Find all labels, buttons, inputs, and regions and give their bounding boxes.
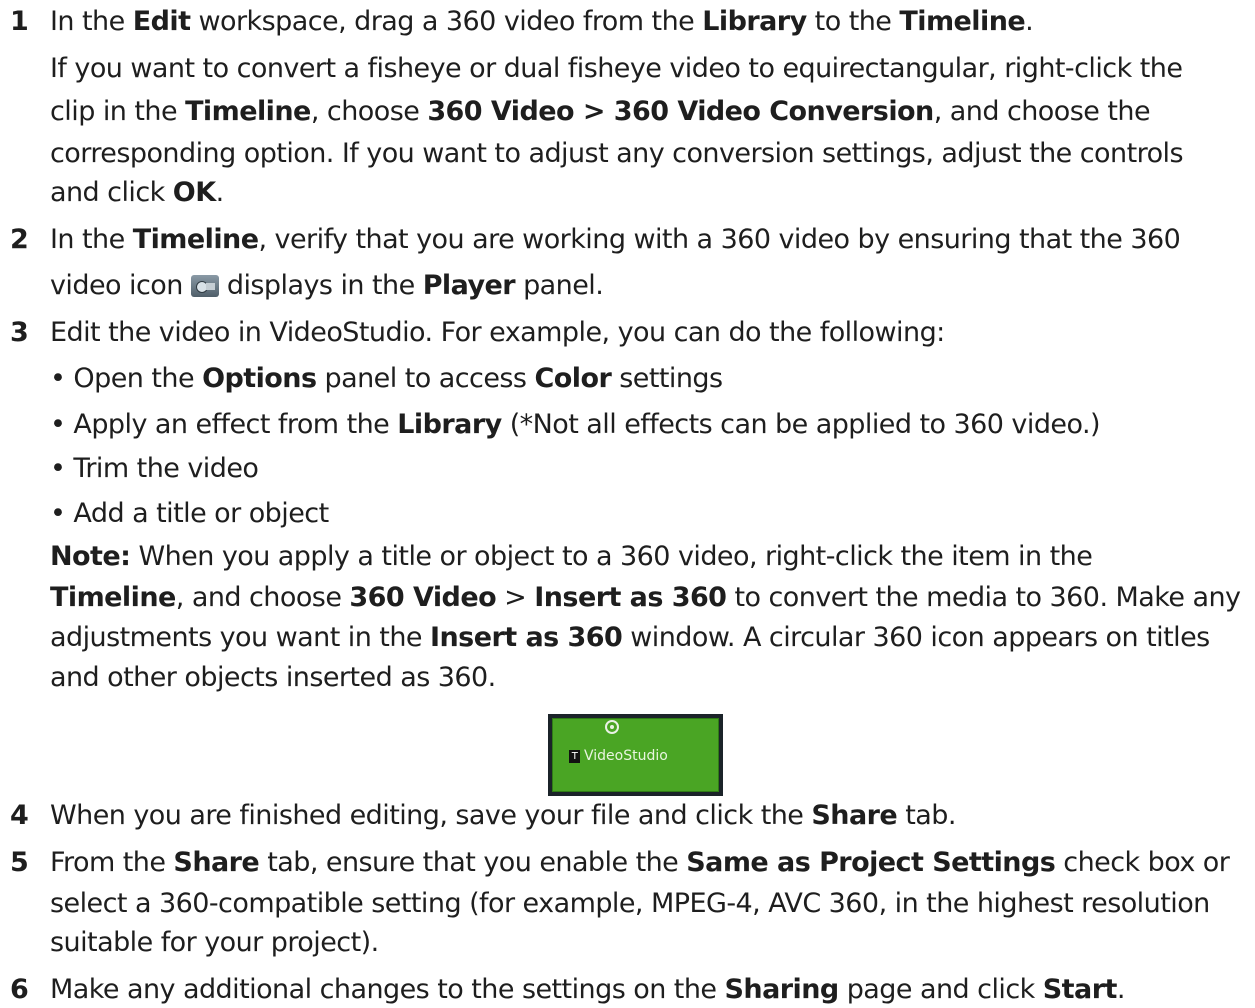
step-1-line-2: If you want to convert a fisheye or dual… — [50, 53, 1183, 84]
step-2-line-2: video icon displays in the Player panel. — [50, 270, 604, 301]
step-3-line-1: Edit the video in VideoStudio. For examp… — [50, 317, 945, 348]
step-number: 4 — [10, 800, 29, 831]
document-page: 1 In the Edit workspace, drag a 360 vide… — [0, 0, 1255, 1006]
step-2-line-1: In the Timeline, verify that you are wor… — [50, 224, 1181, 255]
step-5-line-3: suitable for your project). — [50, 927, 379, 958]
step-1-line-4: corresponding option. If you want to adj… — [50, 138, 1184, 169]
circular-360-icon — [605, 720, 619, 734]
360-video-icon — [190, 275, 219, 297]
step-6-line-1: Make any additional changes to the setti… — [50, 974, 1125, 1005]
clip-body: T VideoStudio — [552, 718, 719, 792]
note-line-2: Timeline, and choose 360 Video > Insert … — [50, 582, 1241, 613]
bullet-item: • Open the Options panel to access Color… — [50, 363, 723, 394]
step-1-line-3: clip in the Timeline, choose 360 Video >… — [50, 96, 1151, 127]
bullet-item: • Add a title or object — [50, 498, 329, 529]
bullet-item: • Trim the video — [50, 453, 259, 484]
bullet-item: • Apply an effect from the Library (*Not… — [50, 409, 1101, 440]
clip-label: VideoStudio — [584, 748, 668, 764]
step-number: 2 — [10, 224, 29, 255]
step-4-line-1: When you are finished editing, save your… — [50, 800, 956, 831]
step-number: 1 — [10, 6, 29, 37]
step-number: 5 — [10, 847, 29, 878]
title-clip-thumbnail: T VideoStudio — [548, 714, 723, 796]
note-line-4: and other objects inserted as 360. — [50, 662, 496, 693]
title-track-icon: T — [569, 750, 580, 763]
step-number: 3 — [10, 317, 29, 348]
note-line-3: adjustments you want in the Insert as 36… — [50, 622, 1210, 653]
note-line-1: Note: When you apply a title or object t… — [50, 541, 1093, 572]
step-5-line-1: From the Share tab, ensure that you enab… — [50, 847, 1230, 878]
step-number: 6 — [10, 974, 29, 1005]
step-5-line-2: select a 360-compatible setting (for exa… — [50, 888, 1210, 919]
step-1-line-5: and click OK. — [50, 177, 224, 208]
step-1-line-1: In the Edit workspace, drag a 360 video … — [50, 6, 1034, 37]
